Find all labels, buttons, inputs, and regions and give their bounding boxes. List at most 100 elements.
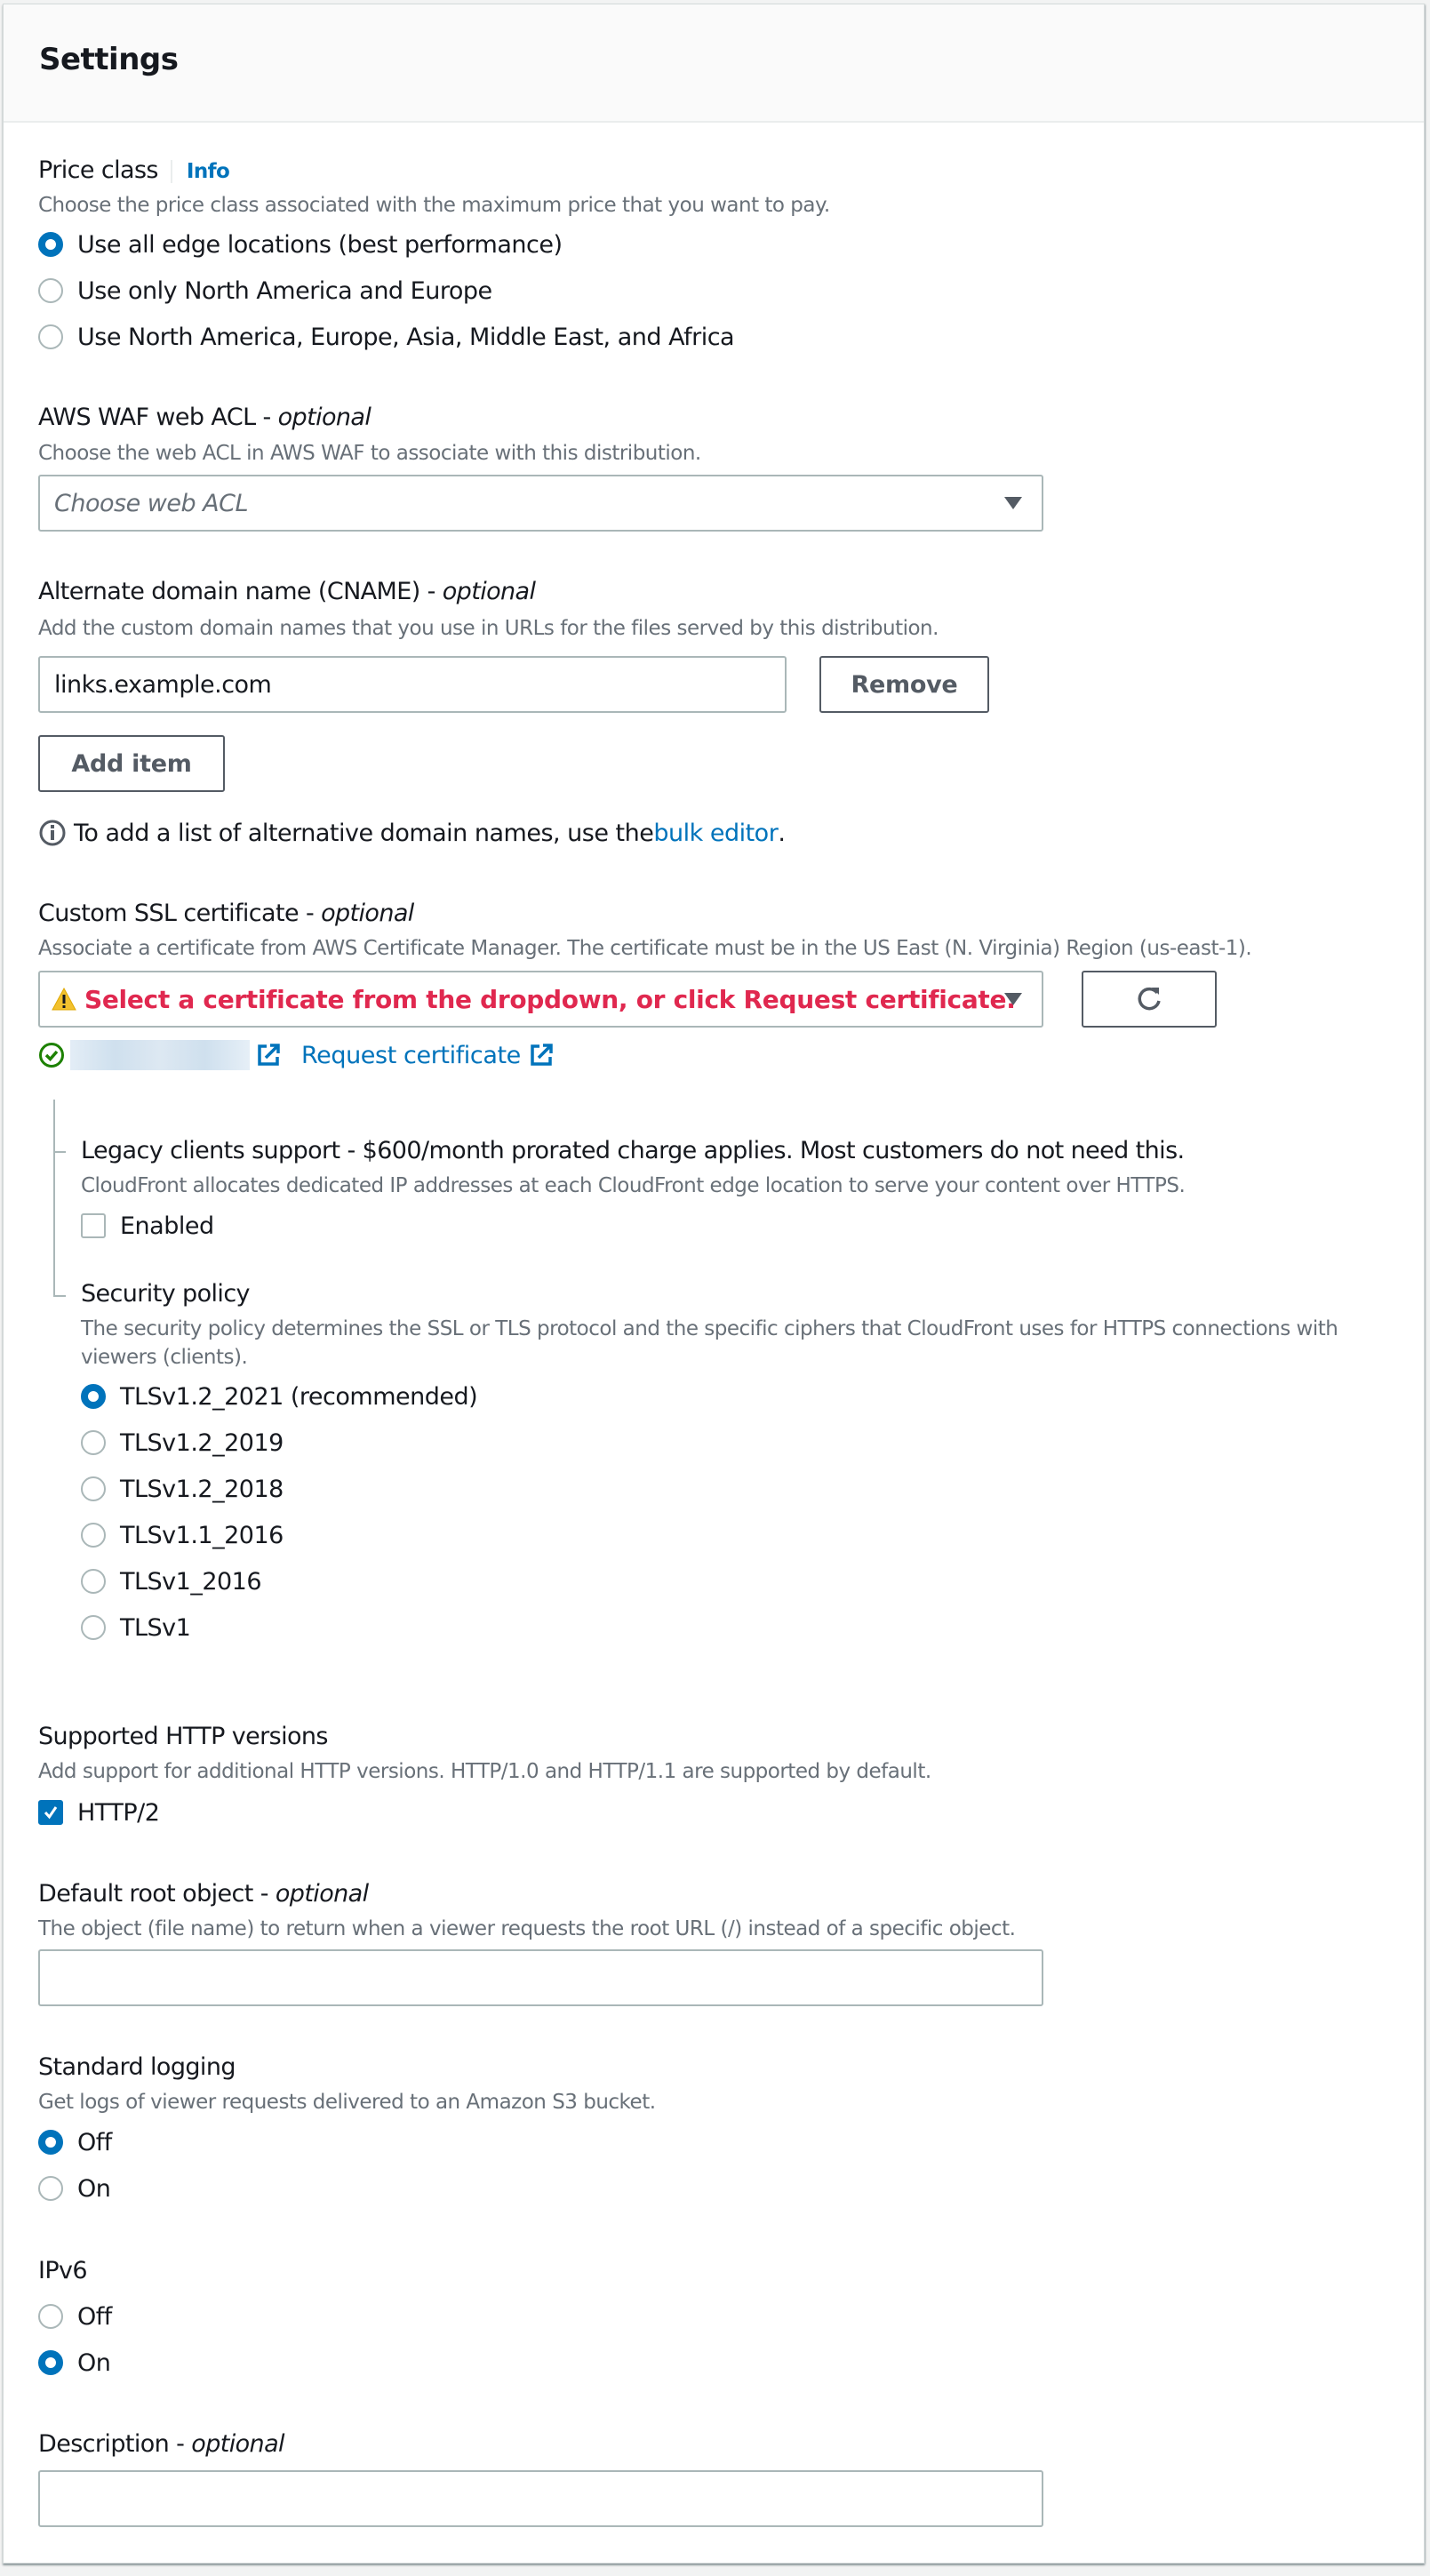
option-label: TLSv1.1_2016 — [120, 1521, 284, 1549]
option-label: TLSv1.2_2018 — [120, 1475, 284, 1503]
option-label: Off — [77, 2128, 112, 2156]
root-object-input[interactable] — [38, 1949, 1043, 2006]
description-label-text: Description - — [38, 2430, 192, 2458]
radio-checked[interactable] — [81, 1384, 106, 1409]
remove-button[interactable]: Remove — [819, 656, 989, 713]
redacted-certificate-name — [70, 1040, 250, 1070]
waf-label-text: AWS WAF web ACL - — [38, 404, 278, 431]
security-policy-radio-group: TLSv1.2_2021 (recommended) TLSv1.2_2019 … — [81, 1379, 478, 1645]
info-icon — [39, 820, 66, 846]
option-label: On — [77, 2348, 111, 2377]
tls-option[interactable]: TLSv1 — [81, 1610, 477, 1645]
optional-tag: optional — [442, 578, 536, 605]
radio[interactable] — [38, 278, 63, 303]
bulk-editor-hint: To add a list of alternative domain name… — [38, 819, 786, 847]
hint-text: To add a list of alternative domain name… — [74, 819, 654, 847]
price-class-option-all[interactable]: Use all edge locations (best performance… — [38, 227, 734, 262]
panel-header: Settings — [4, 4, 1424, 123]
waf-placeholder: Choose web ACL — [54, 489, 249, 517]
tls-option[interactable]: TLSv1.2_2018 — [81, 1471, 477, 1507]
radio-checked[interactable] — [38, 2130, 63, 2155]
tls-option[interactable]: TLSv1_2016 — [81, 1564, 477, 1599]
caret-down-icon — [1004, 497, 1022, 509]
external-link-icon[interactable] — [255, 1042, 282, 1068]
tls-option[interactable]: TLSv1.2_2019 — [81, 1425, 477, 1460]
checkmark-icon — [44, 1806, 58, 1820]
bulk-editor-link[interactable]: bulk editor — [653, 820, 778, 847]
ipv6-label: IPv6 — [38, 2257, 88, 2284]
ipv6-option-on[interactable]: On — [38, 2345, 112, 2380]
caret-down-icon — [1004, 993, 1022, 1005]
radio[interactable] — [81, 1569, 106, 1594]
tree-connector-tick — [53, 1295, 66, 1297]
radio[interactable] — [38, 2176, 63, 2201]
ssl-warning-text: Select a certificate from the dropdown, … — [84, 984, 1016, 1014]
radio[interactable] — [81, 1615, 106, 1640]
legacy-enabled-checkbox[interactable] — [81, 1213, 106, 1238]
price-class-option-na-eu-asia[interactable]: Use North America, Europe, Asia, Middle … — [38, 319, 735, 355]
http2-checkbox-row[interactable]: HTTP/2 — [38, 1795, 160, 1830]
warning-icon — [52, 987, 76, 1011]
description-input[interactable] — [38, 2470, 1043, 2527]
legacy-clients-description: CloudFront allocates dedicated IP addres… — [81, 1174, 1186, 1197]
request-certificate-link[interactable]: Request certificate — [301, 1042, 521, 1069]
tree-connector-tick — [53, 1151, 66, 1153]
cname-value: links.example.com — [54, 670, 272, 699]
ssl-label: Custom SSL certificate - optional — [38, 899, 414, 929]
settings-panel: Settings Price class Info Choose the pric… — [3, 4, 1425, 2564]
tls-option[interactable]: TLSv1.2_2021 (recommended) — [81, 1379, 478, 1414]
ssl-certificate-select[interactable]: Select a certificate from the dropdown, … — [38, 971, 1043, 1028]
cname-label: Alternate domain name (CNAME) - optional — [38, 577, 536, 607]
optional-tag: optional — [275, 1880, 369, 1908]
waf-description: Choose the web ACL in AWS WAF to associa… — [38, 442, 701, 465]
price-class-radio-group: Use all edge locations (best performance… — [38, 227, 735, 355]
http-versions-description: Add support for additional HTTP versions… — [38, 1760, 931, 1783]
logging-option-off[interactable]: Off — [38, 2124, 112, 2160]
cname-description: Add the custom domain names that you use… — [38, 617, 939, 640]
legacy-enabled-checkbox-row[interactable]: Enabled — [81, 1208, 214, 1244]
radio[interactable] — [81, 1430, 106, 1455]
radio[interactable] — [38, 2304, 63, 2329]
add-item-button[interactable]: Add item — [38, 735, 225, 792]
ipv6-radio-group: Off On — [38, 2299, 112, 2380]
success-check-icon — [39, 1043, 64, 1068]
radio[interactable] — [81, 1476, 106, 1501]
radio-checked[interactable] — [38, 2350, 63, 2375]
ssl-label-text: Custom SSL certificate - — [38, 900, 322, 927]
tls-option[interactable]: TLSv1.1_2016 — [81, 1517, 477, 1553]
option-label: Use all edge locations (best performance… — [77, 230, 563, 259]
waf-label: AWS WAF web ACL - optional — [38, 403, 371, 433]
section-title: Settings — [39, 42, 179, 77]
option-label: TLSv1_2016 — [120, 1567, 262, 1596]
tree-connector-line — [53, 1100, 55, 1297]
security-policy-description: The security policy determines the SSL o… — [81, 1317, 1338, 1369]
option-label: Use only North America and Europe — [77, 276, 492, 305]
optional-tag: optional — [321, 900, 414, 927]
legacy-clients-label: Legacy clients support - $600/month pror… — [81, 1137, 1185, 1164]
hint-suffix: . — [778, 819, 786, 847]
refresh-button[interactable] — [1082, 971, 1217, 1028]
option-label: On — [77, 2174, 111, 2203]
ipv6-option-off[interactable]: Off — [38, 2299, 112, 2334]
standard-logging-description: Get logs of viewer requests delivered to… — [38, 2091, 656, 2114]
standard-logging-label: Standard logging — [38, 2053, 236, 2081]
option-label: TLSv1 — [120, 1613, 191, 1642]
radio[interactable] — [81, 1523, 106, 1548]
security-policy-label: Security policy — [81, 1280, 251, 1308]
price-class-info-link[interactable]: Info — [170, 160, 230, 183]
cname-input[interactable]: links.example.com — [38, 656, 787, 713]
standard-logging-radio-group: Off On — [38, 2124, 112, 2206]
root-object-description: The object (file name) to return when a … — [38, 1917, 1016, 1940]
external-link-icon[interactable] — [528, 1042, 555, 1068]
radio-checked[interactable] — [38, 232, 63, 257]
waf-select[interactable]: Choose web ACL — [38, 475, 1043, 532]
price-class-option-na-eu[interactable]: Use only North America and Europe — [38, 273, 734, 308]
cname-label-text: Alternate domain name (CNAME) - — [38, 578, 443, 605]
http2-checkbox[interactable] — [38, 1800, 63, 1825]
radio[interactable] — [38, 324, 63, 349]
optional-tag: optional — [277, 404, 371, 431]
logging-option-on[interactable]: On — [38, 2171, 112, 2206]
option-label: TLSv1.2_2021 (recommended) — [120, 1382, 478, 1411]
optional-tag: optional — [191, 2430, 284, 2458]
option-label: TLSv1.2_2019 — [120, 1428, 284, 1457]
